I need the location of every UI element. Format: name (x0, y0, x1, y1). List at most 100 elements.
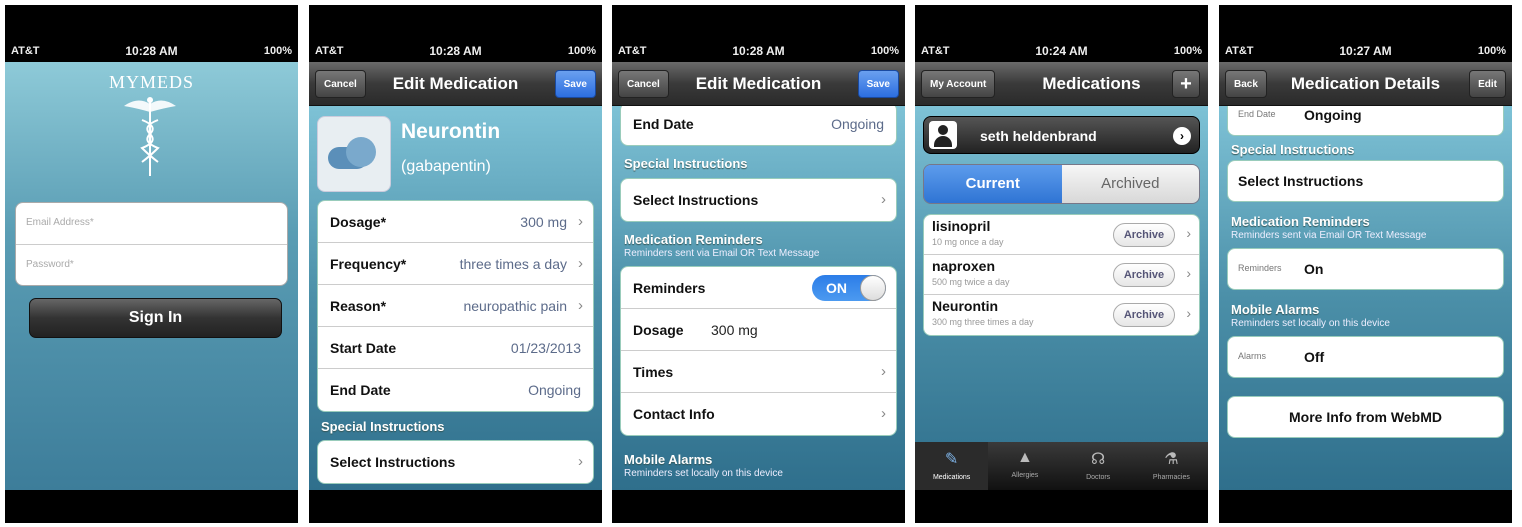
section-subtitle: Reminders sent via Email OR Text Message (624, 248, 820, 259)
section-header: Special Instructions (1231, 142, 1355, 157)
contact-info-row[interactable]: Contact Info › (621, 393, 896, 435)
reason-row[interactable]: Reason* neuropathic pain › (318, 285, 593, 327)
row-label: Reminders (633, 280, 706, 296)
chevron-right-icon: › (1186, 265, 1191, 281)
chevron-right-icon: › (881, 405, 886, 422)
select-instructions-row[interactable]: Select Instructions (1228, 161, 1503, 201)
mortar-pestle-icon: ⚗ (1164, 451, 1179, 468)
dosage-row[interactable]: Dosage* 300 mg › (318, 201, 593, 243)
list-item[interactable]: naproxen 500 mg twice a day Archive › (924, 255, 1199, 295)
nav-bar: Cancel Edit Medication Save (309, 62, 602, 106)
row-key: Alarms (1238, 351, 1267, 361)
more-info-group: More Info from WebMD (1227, 396, 1504, 438)
user-profile-row[interactable]: seth heldenbrand › (923, 116, 1200, 154)
archive-button[interactable]: Archive (1113, 303, 1175, 327)
row-label: Select Instructions (633, 192, 759, 208)
chevron-right-icon: › (578, 297, 583, 314)
bottom-bar (309, 490, 602, 523)
list-item[interactable]: lisinopril 10 mg once a day Archive › (924, 215, 1199, 255)
toggle-label: ON (826, 280, 847, 296)
tab-bar: ✎ Medications ▲ Allergies ☊ Doctors ⚗ Ph… (915, 442, 1208, 490)
list-item[interactable]: Neurontin 300 mg three times a day Archi… (924, 295, 1199, 335)
stethoscope-icon: ☊ (1091, 451, 1106, 468)
tab-pharmacies[interactable]: ⚗ Pharmacies (1135, 442, 1208, 490)
row-label: Dosage (633, 322, 684, 338)
more-info-button[interactable]: More Info from WebMD (1228, 397, 1503, 437)
warning-icon: ▲ (1016, 449, 1033, 466)
end-date-row[interactable]: End Date Ongoing (621, 106, 896, 145)
tab-allergies[interactable]: ▲ Allergies (988, 442, 1061, 490)
screen-medication-details: AT&T 10:27 AM 100% Back Medication Detai… (1219, 5, 1512, 523)
edit-button[interactable]: Edit (1469, 70, 1506, 98)
dosage-row[interactable]: Dosage 300 mg (621, 309, 896, 351)
section-header: Mobile Alarms (1231, 302, 1320, 317)
tab-label: Allergies (1011, 472, 1039, 479)
row-label: Frequency* (330, 256, 407, 272)
save-button[interactable]: Save (857, 70, 899, 98)
password-field[interactable]: Password* (16, 245, 287, 287)
medication-name: naproxen (932, 258, 996, 274)
select-instructions-row[interactable]: Select Instructions › (318, 441, 593, 483)
login-form: Email Address* Password* (15, 202, 288, 286)
tab-label: Pharmacies (1152, 474, 1190, 481)
alarms-group: Alarms Off (1227, 336, 1504, 378)
details-body: End Date Ongoing Special Instructions Se… (1219, 106, 1512, 490)
pill-icon: ✎ (944, 451, 959, 468)
medication-name: lisinopril (932, 218, 991, 234)
section-header: Special Instructions (624, 156, 748, 171)
reminders-toggle[interactable]: ON (812, 275, 886, 301)
section-header: Medication Reminders (1231, 214, 1370, 229)
nav-bar: Cancel Edit Medication Save (612, 62, 905, 106)
battery-label: 100% (1477, 45, 1506, 57)
row-key: End Date (1238, 109, 1276, 119)
nav-bar: Back Medication Details Edit (1219, 62, 1512, 106)
login-content: MYMEDS Email Address* Password* Sign In (5, 62, 298, 490)
clock: 10:28 AM (429, 44, 482, 58)
status-bar: AT&T 10:28 AM 100% (612, 41, 905, 61)
email-field[interactable]: Email Address* (16, 203, 287, 245)
medication-generic: (gabapentin) (401, 158, 491, 175)
clock: 10:27 AM (1339, 44, 1392, 58)
end-date-row[interactable]: End Date Ongoing (318, 369, 593, 411)
row-value: Ongoing (528, 382, 581, 398)
times-row[interactable]: Times › (621, 351, 896, 393)
row-label: Select Instructions (330, 454, 456, 470)
select-instructions-row[interactable]: Select Instructions › (621, 179, 896, 221)
reminders-group: Reminders On (1227, 248, 1504, 290)
section-header: Medication Reminders (624, 232, 763, 247)
bottom-bar (915, 490, 1208, 523)
screen-edit-medication-scrolled: AT&T 10:28 AM 100% Cancel Edit Medicatio… (612, 5, 905, 523)
screen-login: AT&T 10:28 AM 100% MYMEDS Email Address*… (5, 5, 298, 523)
row-value: Off (1304, 349, 1325, 365)
sign-in-button[interactable]: Sign In (29, 298, 282, 338)
tab-medications[interactable]: ✎ Medications (915, 442, 989, 490)
bottom-bar (5, 490, 298, 523)
section-subtitle: Reminders set locally on this device (624, 468, 783, 479)
details-content: Back Medication Details Edit End Date On… (1219, 62, 1512, 490)
medication-name: Neurontin (401, 120, 501, 143)
archive-button[interactable]: Archive (1113, 263, 1175, 287)
more-info-label: More Info from WebMD (1289, 409, 1442, 425)
clock: 10:28 AM (125, 44, 178, 58)
archive-button[interactable]: Archive (1113, 223, 1175, 247)
row-label: Select Instructions (1238, 173, 1364, 189)
add-medication-button[interactable]: + (1172, 70, 1200, 98)
tab-doctors[interactable]: ☊ Doctors (1062, 442, 1135, 490)
row-value: Ongoing (1304, 107, 1362, 123)
medication-name: Neurontin (932, 298, 999, 314)
save-button[interactable]: Save (554, 70, 596, 98)
row-label: Dosage* (330, 214, 387, 230)
start-date-row[interactable]: Start Date 01/23/2013 (318, 327, 593, 369)
medication-image[interactable] (317, 116, 391, 192)
edit-body: End Date Ongoing Special Instructions Se… (612, 106, 905, 490)
row-label: Reason* (330, 298, 387, 314)
segment-archived[interactable]: Archived (1061, 165, 1199, 203)
reminders-row: Reminders On (1228, 249, 1503, 289)
frequency-row[interactable]: Frequency* three times a day › (318, 243, 593, 285)
clock: 10:28 AM (732, 44, 785, 58)
alarms-row: Alarms Off (1228, 337, 1503, 377)
segment-current[interactable]: Current (924, 165, 1062, 203)
section-header: Special Instructions (321, 419, 445, 434)
row-value: Ongoing (831, 116, 884, 132)
chevron-right-icon: › (881, 191, 886, 208)
